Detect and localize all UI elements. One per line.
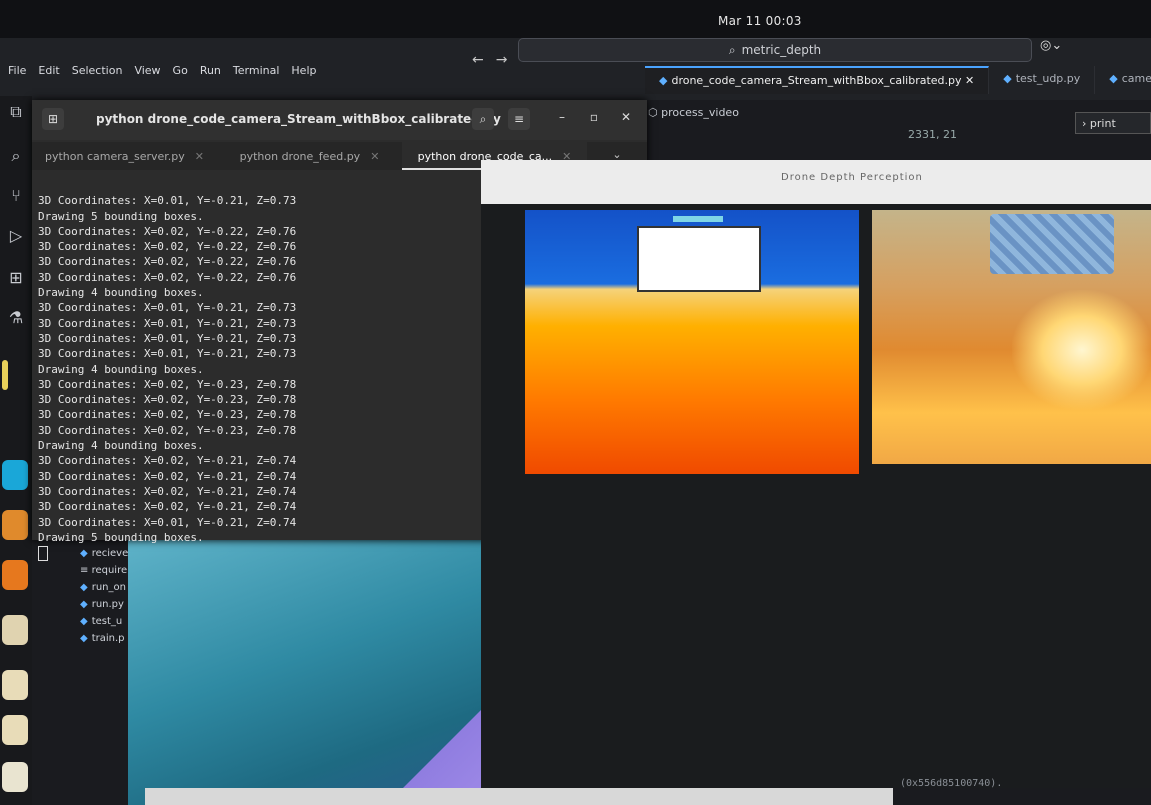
window-title: Drone Depth Perception <box>781 172 923 183</box>
camera-image <box>872 210 1151 464</box>
terminal-line: Drawing 4 bounding boxes. <box>38 286 204 300</box>
menu-terminal[interactable]: Terminal <box>233 64 280 77</box>
terminal-line: 3D Coordinates: X=0.01, Y=-0.21, Z=0.73 <box>38 331 297 345</box>
function-icon: ⬡ <box>648 106 658 119</box>
explorer-file[interactable]: ◆ run.py <box>80 596 128 613</box>
dock-app-icon[interactable] <box>2 360 8 390</box>
run-debug-icon[interactable]: ▷ <box>6 226 26 246</box>
menu-go[interactable]: Go <box>173 64 188 77</box>
breadcrumb[interactable]: ⬡ process_video <box>648 106 739 119</box>
recycle-icon[interactable] <box>2 762 28 792</box>
terminal-tab[interactable]: python drone_feed.py ✕ <box>217 142 402 170</box>
editor-tab[interactable]: ◆ test_udp.py <box>989 66 1096 94</box>
editor-tab[interactable]: ◆camera_s <box>1095 66 1151 94</box>
menu-bar: File Edit Selection View Go Run Terminal… <box>8 64 316 77</box>
terminal-line: 3D Coordinates: X=0.01, Y=-0.21, Z=0.73 <box>38 347 297 361</box>
terminal-line: 3D Coordinates: X=0.02, Y=-0.21, Z=0.74 <box>38 454 297 468</box>
python-file-icon: ◆ <box>659 74 668 87</box>
dock-app-icon[interactable] <box>2 510 28 540</box>
python-file-icon: ◆ <box>1003 72 1012 85</box>
terminal-line: 3D Coordinates: X=0.02, Y=-0.23, Z=0.78 <box>38 393 297 407</box>
terminal-line: 3D Coordinates: X=0.01, Y=-0.21, Z=0.73 <box>38 316 297 330</box>
close-icon[interactable]: ✕ <box>618 110 634 124</box>
dock-app-icon[interactable] <box>2 715 28 745</box>
clock[interactable]: Mar 11 00:03 <box>718 14 802 28</box>
terminal-line: 3D Coordinates: X=0.02, Y=-0.21, Z=0.74 <box>38 500 297 514</box>
menu-selection[interactable]: Selection <box>72 64 123 77</box>
terminal-line: 3D Coordinates: X=0.02, Y=-0.22, Z=0.76 <box>38 240 297 254</box>
terminal-line: 3D Coordinates: X=0.01, Y=-0.21, Z=0.74 <box>38 515 297 529</box>
maximize-icon[interactable]: ▫ <box>586 110 602 124</box>
close-icon[interactable]: ✕ <box>195 150 204 163</box>
close-icon[interactable]: ✕ <box>370 150 379 163</box>
minimize-icon[interactable]: – <box>554 110 570 124</box>
code-fragment: 2331, 21 <box>908 128 957 141</box>
testing-icon[interactable]: ⚗ <box>6 308 26 328</box>
bounding-box <box>637 226 761 292</box>
terminal-title: python drone_code_camera_Stream_withBbox… <box>96 112 501 126</box>
terminal-fragment: (0x556d85100740). <box>900 778 1003 789</box>
terminal-line: Drawing 5 bounding boxes. <box>38 530 204 544</box>
dock-app-icon[interactable] <box>2 560 28 590</box>
search-icon[interactable]: ⌕ <box>472 108 494 130</box>
terminal-line: 3D Coordinates: X=0.02, Y=-0.23, Z=0.78 <box>38 423 297 437</box>
python-file-icon: ◆ <box>80 599 88 610</box>
chevron-right-icon[interactable]: › <box>1082 117 1086 130</box>
back-arrow-icon[interactable]: ← <box>472 52 484 68</box>
menu-icon[interactable]: ≡ <box>508 108 530 130</box>
dock-app-icon[interactable] <box>2 460 28 490</box>
depth-map-image <box>525 210 859 474</box>
terminal-line: 3D Coordinates: X=0.02, Y=-0.23, Z=0.78 <box>38 377 297 391</box>
system-top-bar: Mar 11 00:03 <box>0 0 1151 38</box>
window-title-bar[interactable]: Drone Depth Perception <box>481 160 1151 204</box>
editor-tabs: ◆ drone_code_camera_Stream_withBbox_calib… <box>645 66 1151 94</box>
search-text: metric_depth <box>741 43 822 57</box>
terminal-line: Drawing 4 bounding boxes. <box>38 439 204 453</box>
forward-arrow-icon[interactable]: → <box>496 52 508 68</box>
terminal-line: 3D Coordinates: X=0.02, Y=-0.22, Z=0.76 <box>38 270 297 284</box>
editor-tab-active[interactable]: ◆ drone_code_camera_Stream_withBbox_calib… <box>645 66 990 94</box>
menu-help[interactable]: Help <box>291 64 316 77</box>
terminal-line: 3D Coordinates: X=0.02, Y=-0.23, Z=0.78 <box>38 408 297 422</box>
menu-file[interactable]: File <box>8 64 26 77</box>
terminal-line: 3D Coordinates: X=0.01, Y=-0.21, Z=0.73 <box>38 194 297 208</box>
new-tab-icon[interactable]: ⊞ <box>42 108 64 130</box>
nav-arrows: ← → <box>472 52 507 68</box>
python-file-icon: ◆ <box>80 616 88 627</box>
terminal-line: Drawing 5 bounding boxes. <box>38 209 204 223</box>
find-widget[interactable]: › print <box>1075 112 1151 134</box>
depth-perception-window: Drone Depth Perception <box>481 160 1151 788</box>
copilot-icon[interactable]: ◎⌄ <box>1040 38 1062 53</box>
explorer-file[interactable]: ◆ test_u <box>80 613 128 630</box>
terminal-line: 3D Coordinates: X=0.02, Y=-0.21, Z=0.74 <box>38 484 297 498</box>
close-icon[interactable]: ✕ <box>965 74 974 87</box>
source-control-icon[interactable]: ⑂ <box>6 186 26 206</box>
terminal-line: 3D Coordinates: X=0.02, Y=-0.22, Z=0.76 <box>38 255 297 269</box>
search-icon: ⌕ <box>728 42 736 57</box>
extensions-icon[interactable]: ⊞ <box>6 268 26 288</box>
python-file-icon: ◆ <box>1109 72 1118 85</box>
menu-run[interactable]: Run <box>200 64 221 77</box>
command-center-search[interactable]: ⌕ metric_depth <box>518 38 1032 62</box>
explorer-icon[interactable]: ⧉ <box>6 102 26 122</box>
terminal-line: 3D Coordinates: X=0.02, Y=-0.21, Z=0.74 <box>38 469 297 483</box>
search-icon[interactable]: ⌕ <box>6 146 26 166</box>
terminal-line: 3D Coordinates: X=0.01, Y=-0.21, Z=0.73 <box>38 301 297 315</box>
terminal-line: Drawing 4 bounding boxes. <box>38 362 204 376</box>
menu-view[interactable]: View <box>134 64 160 77</box>
dock-app-icon[interactable] <box>2 615 28 645</box>
explorer-file[interactable]: ◆ train.p <box>80 630 128 647</box>
terminal-header: ⊞ python drone_code_camera_Stream_withBb… <box>32 100 647 140</box>
python-file-icon: ◆ <box>80 633 88 644</box>
dock-app-icon[interactable] <box>2 670 28 700</box>
terminal-line: 3D Coordinates: X=0.02, Y=-0.22, Z=0.76 <box>38 224 297 238</box>
terminal-output[interactable]: 3D Coordinates: X=0.01, Y=-0.21, Z=0.73 D… <box>38 178 498 591</box>
menu-edit[interactable]: Edit <box>38 64 59 77</box>
bottom-strip <box>145 788 893 805</box>
terminal-tab[interactable]: python camera_server.py ✕ <box>32 142 217 170</box>
terminal-cursor <box>38 545 498 561</box>
